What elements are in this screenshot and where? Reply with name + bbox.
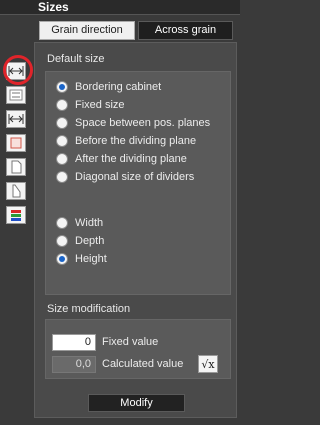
radio-button[interactable]	[56, 235, 68, 247]
side-panel-icon	[12, 184, 21, 198]
width-arrows-outline-tool[interactable]	[6, 110, 26, 128]
window-title: Sizes	[38, 0, 69, 14]
option-width[interactable]: Width	[56, 215, 103, 231]
colored-layers-icon	[11, 210, 21, 221]
tab-across-grain[interactable]: Across grain	[138, 21, 233, 40]
cabinet-front-tool[interactable]	[6, 86, 26, 104]
modify-button[interactable]: Modify	[88, 394, 185, 412]
option-height[interactable]: Height	[56, 251, 107, 267]
width-arrows-tool[interactable]	[6, 62, 26, 80]
option-after-dividing-plane[interactable]: After the dividing plane	[56, 151, 187, 167]
panel-icon	[10, 137, 22, 149]
calculated-value-label: Calculated value	[102, 358, 184, 370]
option-space-between-planes[interactable]: Space between pos. planes	[56, 115, 210, 131]
default-size-group: Bordering cabinet Fixed size Space betwe…	[45, 71, 231, 295]
calculated-value-field: 0,0	[52, 356, 96, 373]
option-bordering-cabinet[interactable]: Bordering cabinet	[56, 79, 161, 95]
width-arrows-icon	[8, 66, 24, 76]
side-panel-tool[interactable]	[6, 182, 26, 200]
colored-layers-tool[interactable]	[6, 206, 26, 224]
option-depth[interactable]: Depth	[56, 233, 104, 249]
option-before-dividing-plane[interactable]: Before the dividing plane	[56, 133, 196, 149]
radio-button[interactable]	[56, 217, 68, 229]
cabinet-front-icon	[9, 89, 23, 101]
default-size-title: Default size	[47, 53, 105, 65]
radio-button[interactable]	[56, 135, 68, 147]
radio-button[interactable]	[56, 81, 68, 93]
tool-sidebar	[0, 40, 32, 425]
width-arrows-outline-icon	[8, 114, 24, 124]
formula-button[interactable]: √x	[198, 355, 218, 373]
size-modification-title: Size modification	[47, 303, 131, 315]
sizes-panel: Default size Bordering cabinet Fixed siz…	[34, 42, 237, 418]
window-header: Sizes	[0, 0, 240, 15]
option-fixed-size[interactable]: Fixed size	[56, 97, 125, 113]
fixed-value-input[interactable]: 0	[52, 334, 96, 351]
panel-tool[interactable]	[6, 134, 26, 152]
fixed-value-label: Fixed value	[102, 336, 159, 348]
document-tool[interactable]	[6, 158, 26, 176]
radio-button[interactable]	[56, 117, 68, 129]
radio-button[interactable]	[56, 153, 68, 165]
document-icon	[11, 160, 22, 174]
size-modification-group: 0 Fixed value 0,0 Calculated value √x	[45, 319, 231, 379]
radio-button[interactable]	[56, 171, 68, 183]
radio-button[interactable]	[56, 253, 68, 265]
sqrt-icon: √x	[201, 357, 215, 371]
radio-button[interactable]	[56, 99, 68, 111]
option-diagonal-size[interactable]: Diagonal size of dividers	[56, 169, 194, 185]
tab-grain-direction[interactable]: Grain direction	[39, 21, 135, 40]
